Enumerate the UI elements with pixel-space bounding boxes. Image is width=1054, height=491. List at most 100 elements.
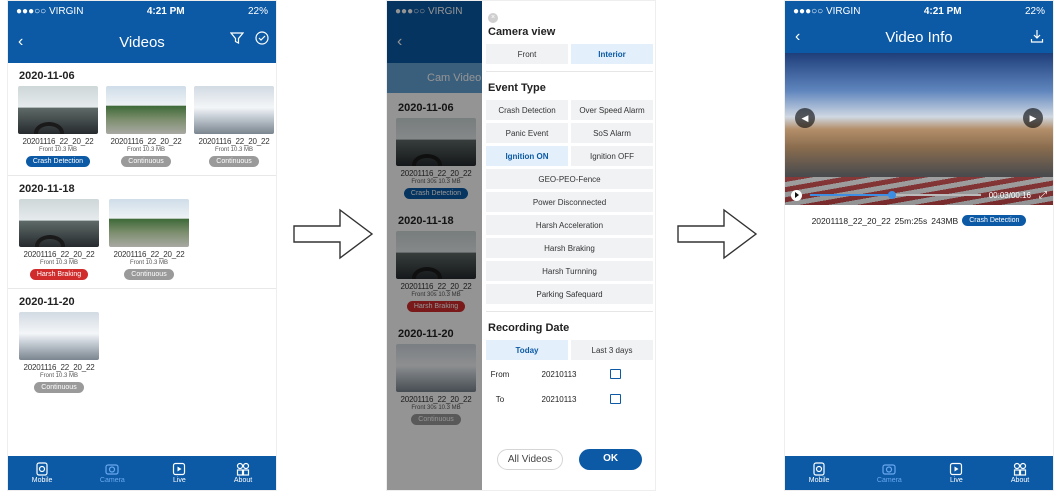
video-filename: 20201118_22_20_22 — [811, 215, 891, 226]
option-ignition-off[interactable]: Ignition OFF — [571, 146, 653, 166]
video-thumbnail[interactable] — [194, 86, 274, 134]
group-date: 2020-11-06 — [19, 70, 75, 82]
recording-date-title: Recording Date — [488, 322, 570, 334]
event-type-title: Event Type — [488, 82, 546, 94]
video-card[interactable]: 20201116_22_20_22 Front 10.3 MB Continuo… — [194, 86, 274, 167]
option-today[interactable]: Today — [486, 340, 568, 360]
event-type-options: Crash Detection Over Speed Alarm Panic E… — [486, 100, 653, 304]
tab-about[interactable]: About — [234, 462, 252, 484]
option-panic-event[interactable]: Panic Event — [486, 123, 568, 143]
video-card[interactable]: 20201116_22_20_22 Front 10.3 MB Continuo… — [108, 199, 190, 280]
tab-live[interactable]: Live — [949, 462, 963, 484]
tab-about[interactable]: About — [1011, 462, 1029, 484]
video-group-3: 2020-11-20 20201116_22_20_22 Front 10.3 … — [8, 289, 276, 393]
filter-icon[interactable] — [230, 31, 244, 45]
tab-label: About — [1010, 477, 1030, 484]
event-badge: Continuous — [209, 156, 259, 167]
event-badge: Crash Detection — [25, 156, 91, 167]
back-icon[interactable]: ‹ — [18, 33, 23, 51]
video-thumbnail[interactable] — [19, 199, 99, 247]
option-harsh-acceleration[interactable]: Harsh Acceleration — [486, 215, 653, 235]
option-sos-alarm[interactable]: SoS Alarm — [571, 123, 653, 143]
video-size: Front 10.3 MB — [39, 260, 78, 266]
option-harsh-braking[interactable]: Harsh Braking — [486, 238, 653, 258]
video-name: 20201116_22_20_22 — [113, 250, 185, 259]
tab-mobile[interactable]: Mobile — [808, 462, 830, 484]
video-duration: 25m:25s — [894, 215, 928, 226]
battery-label: 22% — [247, 5, 268, 17]
video-name: 20201116_22_20_22 — [22, 137, 94, 146]
option-interior[interactable]: Interior — [571, 44, 653, 64]
option-over-speed-alarm[interactable]: Over Speed Alarm — [571, 100, 653, 120]
video-thumbnail[interactable] — [106, 86, 186, 134]
option-last-3-days[interactable]: Last 3 days — [571, 340, 653, 360]
ok-button[interactable]: OK — [579, 449, 643, 470]
video-size: Front 10.3 MB — [38, 147, 77, 153]
clock: 4:21 PM — [146, 5, 185, 17]
page-title: Video Info — [885, 28, 953, 46]
seek-handle[interactable] — [887, 191, 896, 199]
tab-live[interactable]: Live — [172, 462, 186, 484]
video-card[interactable]: 20201116_22_20_22 Front 10.3 MB Harsh Br… — [18, 199, 100, 280]
tab-camera[interactable]: Camera — [877, 462, 902, 484]
video-info-screen: ●●●○○ VIRGIN 4:21 PM 22% ‹ Video Info ◀ … — [784, 0, 1054, 491]
video-size: Front 10.3 MB — [214, 147, 253, 153]
video-card[interactable]: 20201116_22_20_22 Front 10.3 MB Continuo… — [106, 86, 186, 167]
video-card[interactable]: 20201116_22_20_22 Front 10.3 MB Continuo… — [18, 312, 100, 393]
from-date-row: From 20210113 — [486, 363, 653, 385]
video-size: 243MB — [931, 215, 959, 226]
tab-label: Mobile — [808, 477, 830, 484]
next-icon[interactable]: ▶ — [1023, 108, 1043, 128]
to-date-field[interactable]: 20210113 — [514, 395, 604, 404]
tab-mobile[interactable]: Mobile — [32, 462, 52, 484]
group-date: 2020-11-20 — [19, 296, 75, 308]
option-front[interactable]: Front — [486, 44, 568, 64]
video-thumbnail[interactable] — [19, 312, 99, 360]
nav-bar: ‹ Videos — [8, 21, 276, 63]
select-all-icon[interactable] — [255, 31, 269, 45]
calendar-icon[interactable] — [610, 394, 621, 404]
grid-icon — [1013, 462, 1027, 476]
calendar-icon[interactable] — [610, 369, 621, 379]
option-geo-fence[interactable]: GEO-PEO-Fence — [486, 169, 653, 189]
tab-label: About — [233, 477, 253, 484]
event-badge: Continuous — [121, 156, 171, 167]
tab-label: Camera — [99, 477, 125, 484]
option-power-disconnected[interactable]: Power Disconnected — [486, 192, 653, 212]
from-date-field[interactable]: 20210113 — [514, 370, 604, 379]
option-ignition-on[interactable]: Ignition ON — [486, 146, 568, 166]
tab-label: Camera — [876, 477, 902, 484]
video-thumbnail[interactable] — [109, 199, 189, 247]
play-icon — [950, 462, 963, 476]
previous-icon[interactable]: ◀ — [795, 108, 815, 128]
tab-label: Live — [172, 477, 186, 484]
fullscreen-icon[interactable]: ⤢ — [1039, 190, 1047, 201]
event-badge: Harsh Braking — [29, 269, 89, 280]
option-harsh-turning[interactable]: Harsh Turnning — [486, 261, 653, 281]
all-videos-button[interactable]: All Videos — [496, 449, 564, 470]
video-name: 20201116_22_20_22 — [198, 137, 270, 146]
close-icon[interactable]: × — [488, 13, 498, 23]
divider — [486, 311, 653, 312]
option-parking-safeguard[interactable]: Parking Safequard — [486, 284, 653, 304]
tab-camera[interactable]: Camera — [100, 462, 125, 484]
video-player[interactable]: ◀ ▶ 00:03/00:16 ⤢ — [785, 53, 1053, 205]
camera-view-options: Front Interior — [486, 44, 653, 64]
download-icon[interactable] — [1030, 29, 1044, 43]
video-name: 20201116_22_20_22 — [23, 250, 95, 259]
video-group-1: 2020-11-06 20201116_22_20_22 Front 10.3 … — [8, 63, 276, 176]
play-icon[interactable] — [791, 189, 802, 201]
dim-overlay[interactable] — [387, 1, 482, 490]
video-card[interactable]: 20201116_22_20_22 Front 10.3 MB Crash De… — [18, 86, 98, 167]
event-badge: Crash Detection — [962, 215, 1027, 226]
mobile-icon — [36, 462, 48, 476]
flow-arrow-icon — [293, 208, 374, 260]
video-size: Front 10.3 MB — [126, 147, 165, 153]
filter-actions: All Videos OK — [482, 449, 655, 470]
mobile-icon — [813, 462, 825, 476]
seek-bar[interactable] — [810, 191, 981, 199]
option-crash-detection[interactable]: Crash Detection — [486, 100, 568, 120]
video-thumbnail[interactable] — [18, 86, 98, 134]
tab-bar: Mobile Camera Live About — [8, 456, 276, 490]
back-icon[interactable]: ‹ — [795, 28, 800, 46]
